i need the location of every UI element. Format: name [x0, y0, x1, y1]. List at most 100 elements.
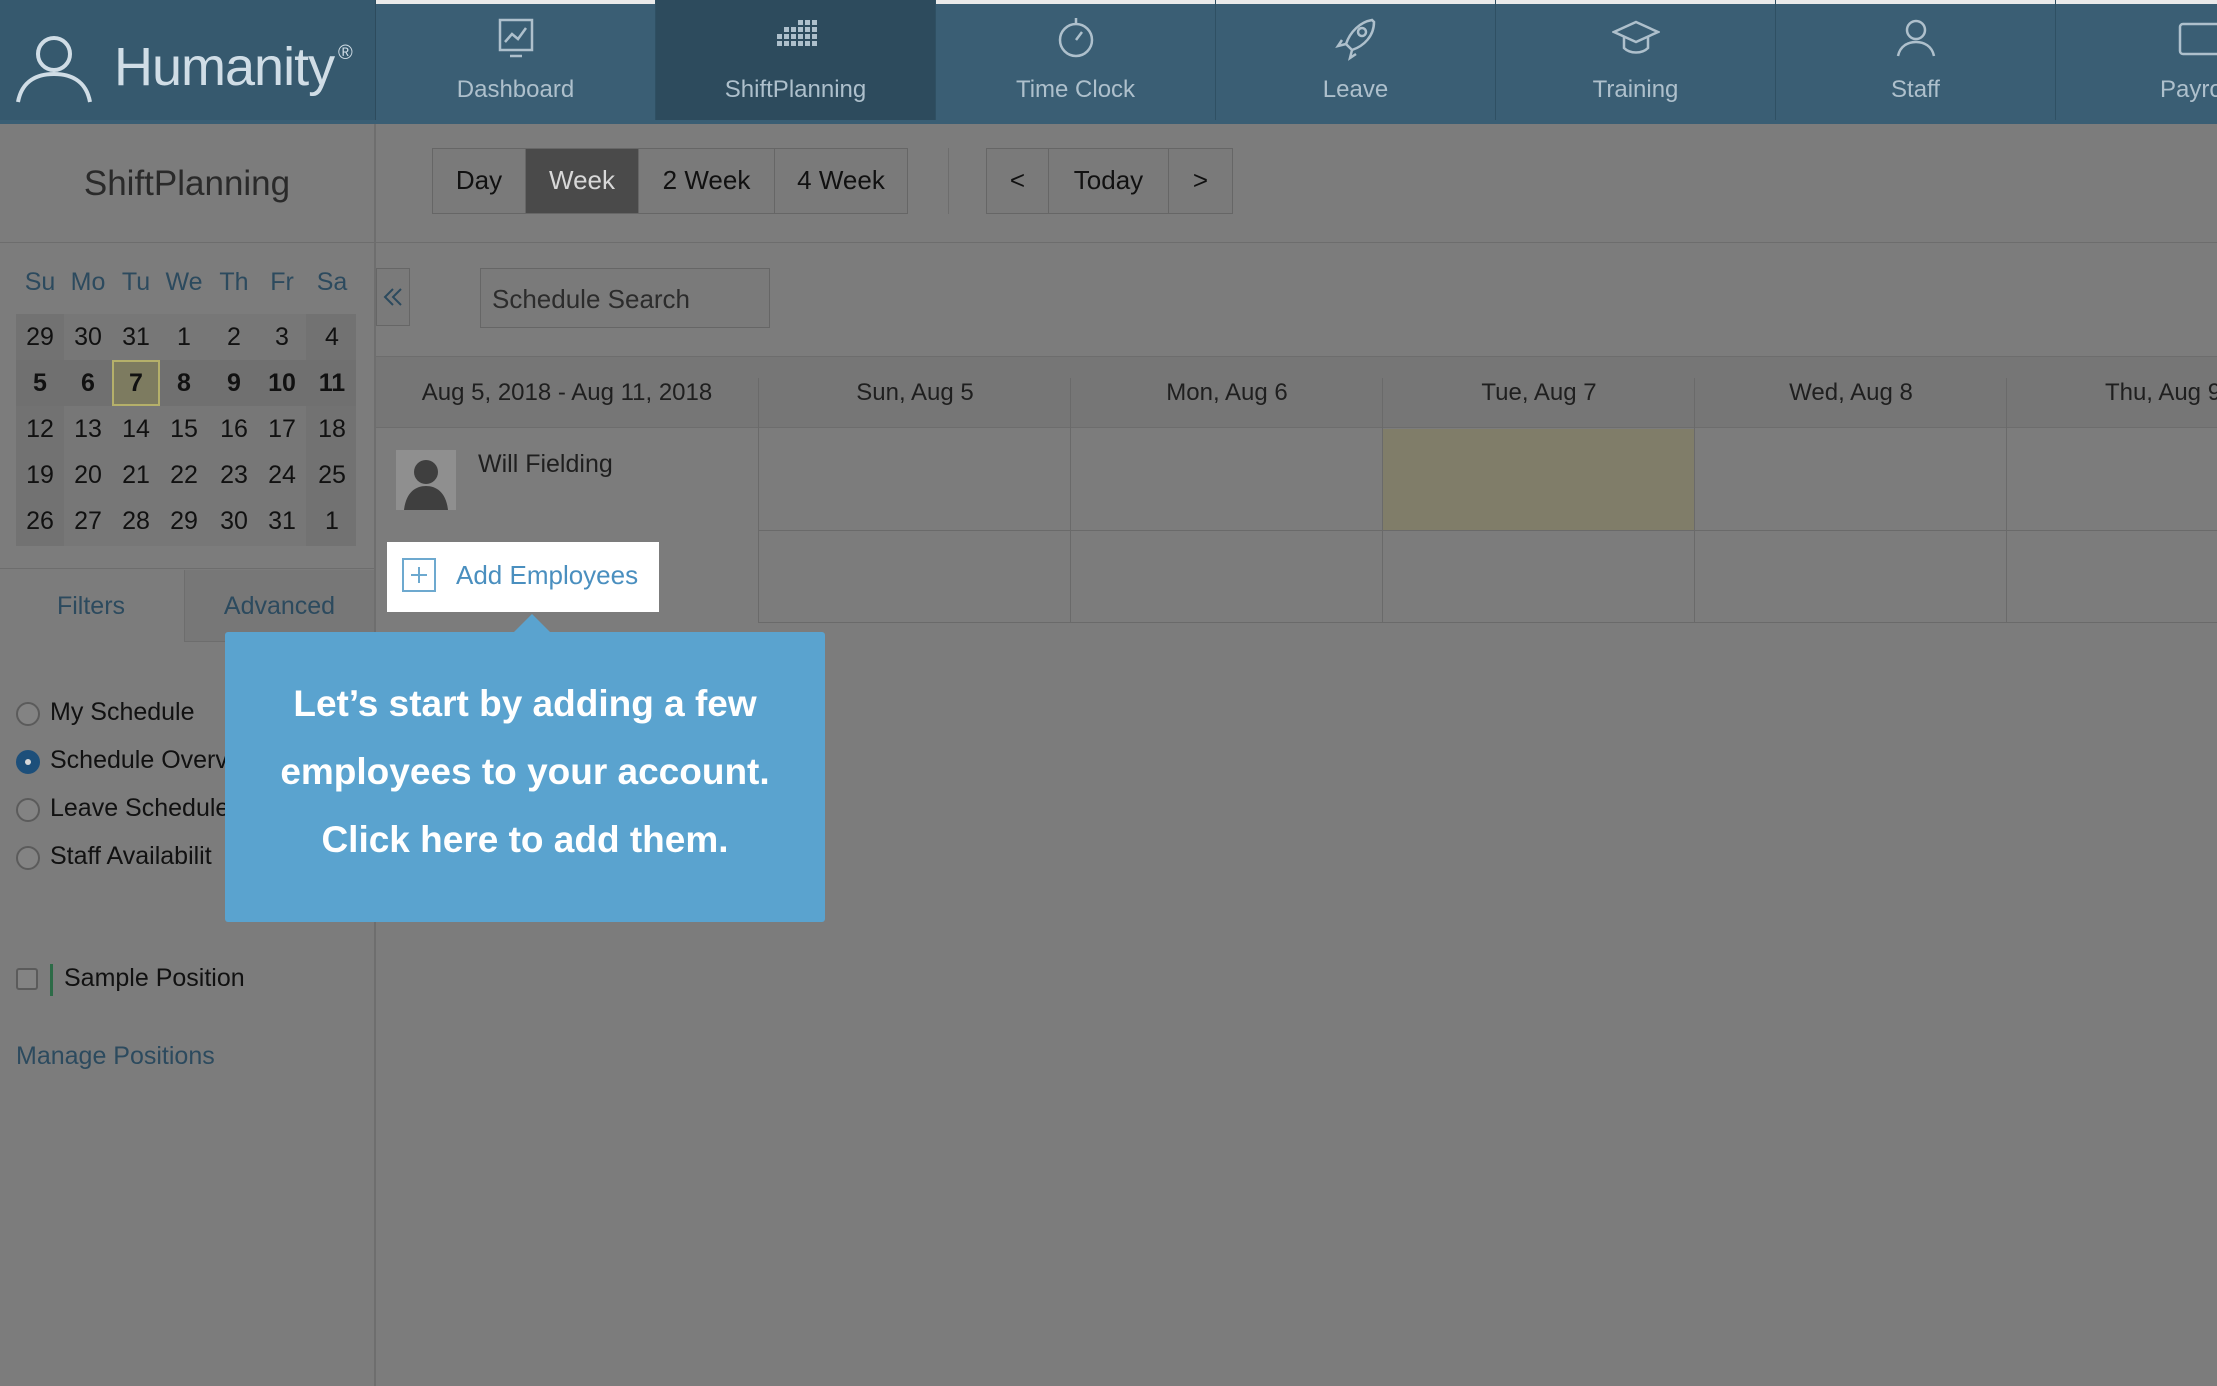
day-column-header[interactable]: Wed, Aug 8: [1694, 379, 2008, 407]
radio-button[interactable]: [16, 846, 40, 870]
day-column-header[interactable]: Sun, Aug 5: [758, 379, 1072, 407]
calendar-day[interactable]: 22: [160, 452, 208, 498]
calendar-day[interactable]: 31: [258, 498, 306, 544]
nav-staff[interactable]: Staff: [1776, 0, 2056, 120]
manage-positions-link[interactable]: Manage Positions: [16, 1042, 215, 1071]
calendar-day[interactable]: 29: [160, 498, 208, 544]
calendar-day[interactable]: 28: [112, 498, 160, 544]
grid-line: [758, 622, 2217, 623]
calendar-day[interactable]: 7: [112, 360, 160, 406]
view-day-button[interactable]: Day: [432, 148, 526, 214]
prev-week-button[interactable]: <: [986, 148, 1049, 214]
tab-advanced-label: Advanced: [223, 592, 336, 620]
calendar-day[interactable]: 13: [64, 406, 112, 452]
calendar-day[interactable]: 18: [308, 406, 356, 452]
grid-line: [758, 378, 759, 622]
today-column-cell[interactable]: [1383, 429, 1695, 530]
plus-icon: [402, 558, 436, 592]
calendar-day[interactable]: 11: [308, 360, 356, 406]
payroll-icon: [2178, 22, 2217, 56]
calendar-day[interactable]: 16: [210, 406, 258, 452]
nav-leave[interactable]: Leave: [1216, 0, 1496, 120]
divider: [948, 148, 949, 214]
rocket-icon: [1334, 18, 1375, 61]
view-week-button[interactable]: Week: [525, 148, 639, 214]
calendar-day[interactable]: 1: [308, 498, 356, 544]
calendar-day[interactable]: 15: [160, 406, 208, 452]
nav-shiftplanning[interactable]: ShiftPlanning: [656, 0, 936, 120]
calendar-day[interactable]: 9: [210, 360, 258, 406]
calendar-day[interactable]: 26: [16, 498, 64, 544]
add-employees-label[interactable]: Add Employees: [456, 560, 638, 591]
view-option-label: My Schedule: [50, 698, 195, 726]
calendar-day[interactable]: 17: [258, 406, 306, 452]
calendar-day[interactable]: 21: [112, 452, 160, 498]
calendar-day[interactable]: 4: [308, 314, 356, 360]
nav-label: Payro: [2160, 76, 2217, 103]
calendar-day[interactable]: 27: [64, 498, 112, 544]
calendar-day[interactable]: 29: [16, 314, 64, 360]
divider: [0, 568, 374, 569]
position-checkbox[interactable]: [16, 968, 38, 990]
weekday-header: We: [165, 268, 203, 296]
tab-filters-label: Filters: [56, 592, 126, 620]
weekday-header: Su: [24, 268, 56, 296]
radio-button[interactable]: [16, 798, 40, 822]
calendar-day[interactable]: 23: [210, 452, 258, 498]
day-column-header[interactable]: Mon, Aug 6: [1070, 379, 1384, 407]
calendar-day[interactable]: 10: [258, 360, 306, 406]
calendar-day[interactable]: 12: [16, 406, 64, 452]
dashboard-chart-icon: [498, 18, 533, 58]
calendar-day[interactable]: 20: [64, 452, 112, 498]
next-week-button[interactable]: >: [1168, 148, 1233, 214]
calendar-day[interactable]: 30: [64, 314, 112, 360]
employee-avatar[interactable]: [396, 450, 456, 510]
view-2-week-button[interactable]: 2 Week: [638, 148, 775, 214]
tab-filters[interactable]: Filters: [0, 570, 182, 642]
day-column-header[interactable]: Thu, Aug 9: [2006, 379, 2217, 407]
employee-name[interactable]: Will Fielding: [478, 450, 613, 479]
calendar-day[interactable]: 19: [16, 452, 64, 498]
calendar-day[interactable]: 25: [308, 452, 356, 498]
stopwatch-icon: [1058, 18, 1093, 58]
nav-label: Leave: [1322, 76, 1389, 103]
tooltip-line: Click here to add them.: [321, 819, 729, 860]
calendar-day[interactable]: 31: [112, 314, 160, 360]
nav-label: Time Clock: [1015, 76, 1136, 103]
view-option-label: Staff Availabilit: [50, 842, 212, 870]
search-placeholder: Schedule Search: [492, 284, 691, 314]
calendar-grid-icon: [776, 20, 817, 46]
radio-button-checked[interactable]: [16, 750, 40, 774]
calendar-day[interactable]: 3: [258, 314, 306, 360]
today-button[interactable]: Today: [1048, 148, 1169, 214]
nav-label: Dashboard: [456, 76, 575, 103]
calendar-day[interactable]: 24: [258, 452, 306, 498]
nav-dashboard[interactable]: Dashboard: [376, 0, 656, 120]
tooltip-arrow: [512, 614, 552, 634]
grid-line: [1694, 378, 1695, 622]
view-4-week-button[interactable]: 4 Week: [774, 148, 908, 214]
humanity-user-logo-icon: [16, 36, 92, 103]
view-option-label: Schedule Overv: [50, 746, 228, 774]
nav-training[interactable]: Training: [1496, 0, 1776, 120]
calendar-day[interactable]: 2: [210, 314, 258, 360]
calendar-day[interactable]: 8: [160, 360, 208, 406]
calendar-day[interactable]: 6: [64, 360, 112, 406]
grid-line: [2006, 378, 2007, 622]
calendar-day[interactable]: 1: [160, 314, 208, 360]
calendar-day[interactable]: 14: [112, 406, 160, 452]
nav-payroll[interactable]: Payro: [2056, 0, 2217, 120]
radio-button[interactable]: [16, 702, 40, 726]
person-silhouette-icon: [396, 450, 456, 510]
nav-label: ShiftPlanning: [724, 76, 867, 103]
calendar-day[interactable]: 30: [210, 498, 258, 544]
brand-logo[interactable]: Humanity ®: [0, 0, 376, 120]
registered-mark: ®: [338, 42, 353, 64]
grid-line: [1070, 378, 1071, 622]
nav-label: Staff: [1891, 76, 1940, 103]
schedule-grid-header: Aug 5, 2018 - Aug 11, 2018 Sun, Aug 5 Mo…: [376, 356, 2217, 428]
nav-time-clock[interactable]: Time Clock: [936, 0, 1216, 120]
calendar-day[interactable]: 5: [16, 360, 64, 406]
day-column-header[interactable]: Tue, Aug 7: [1382, 379, 1696, 407]
collapse-sidebar-button[interactable]: [376, 268, 410, 326]
